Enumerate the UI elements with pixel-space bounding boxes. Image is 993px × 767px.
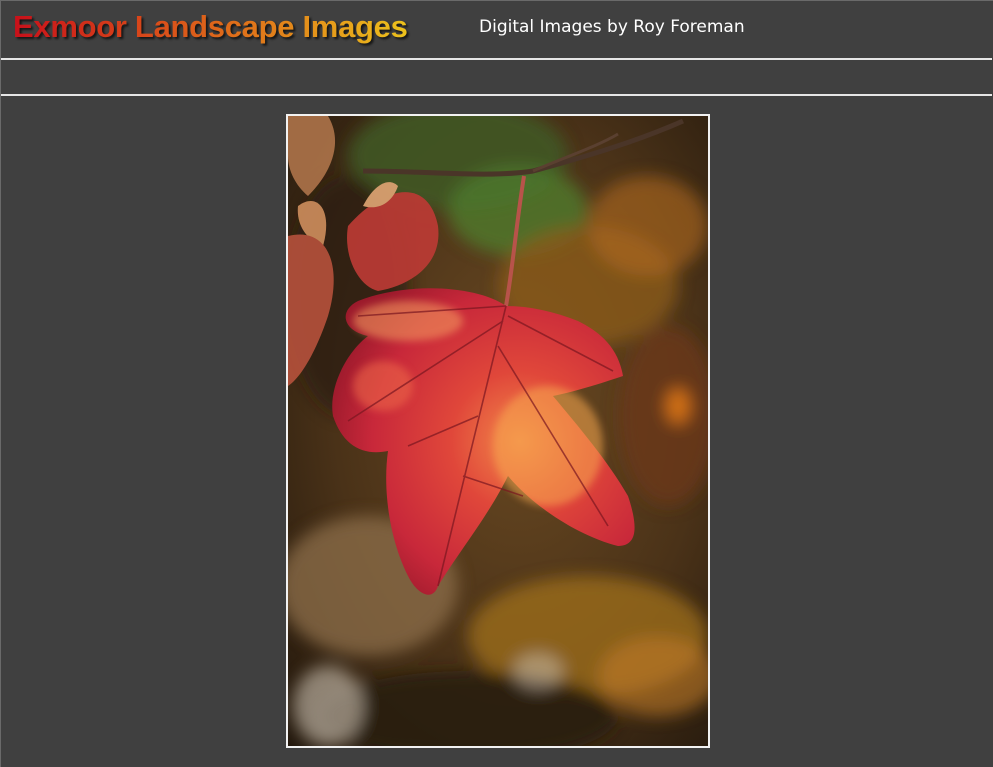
site-header: Exmoor Landscape Images Digital Images b… [1,1,992,59]
site-title[interactable]: Exmoor Landscape Images [13,9,408,45]
featured-photo[interactable] [286,114,710,748]
autumn-leaf-image [288,116,708,746]
page: Exmoor Landscape Images Digital Images b… [0,0,993,767]
nav-divider [1,94,992,96]
nav-bar [1,60,992,94]
site-subtitle: Digital Images by Roy Foreman [479,17,745,37]
